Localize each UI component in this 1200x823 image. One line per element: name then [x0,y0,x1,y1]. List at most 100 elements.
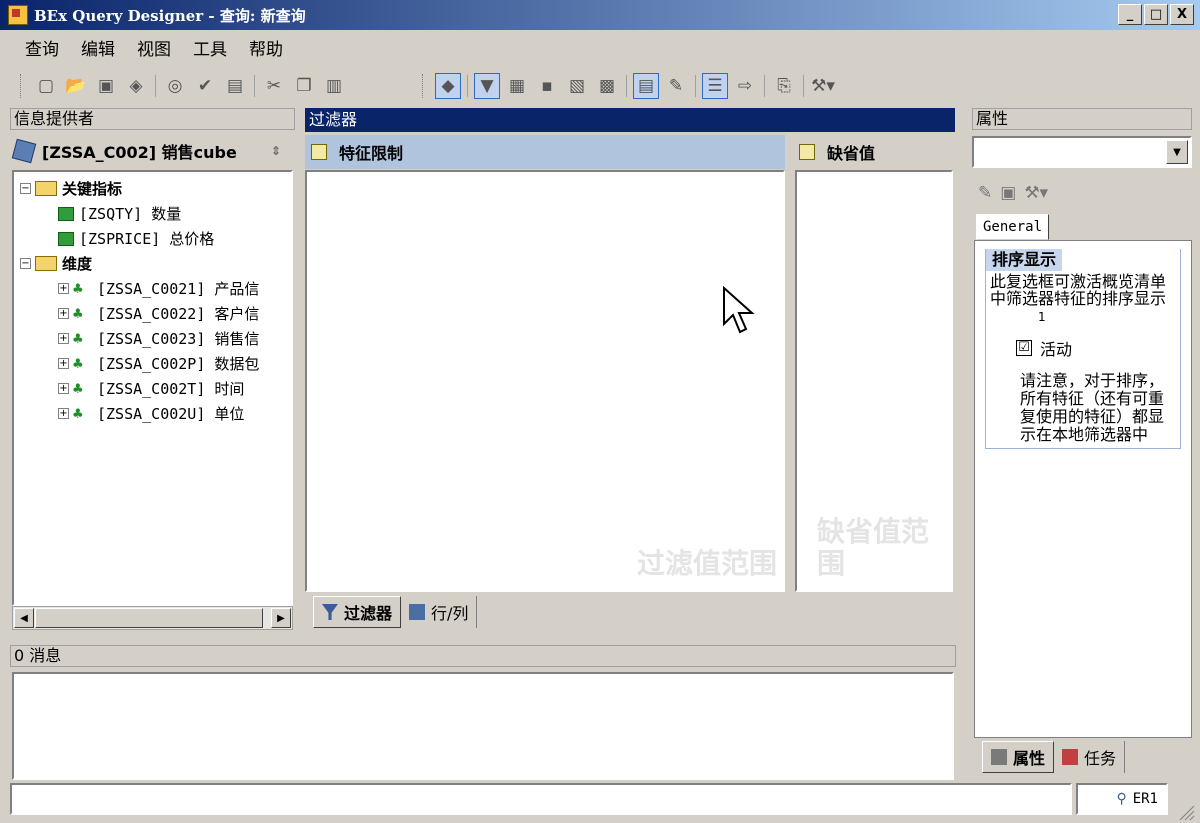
dimension-icon: ♣ [73,303,83,323]
expand-icon[interactable]: + [58,333,69,344]
toolbar-separator [155,75,156,97]
tree-item-dimension[interactable]: + ♣ [ZSSA_C0022] 客户信 [20,301,291,326]
toolbar-separator [467,75,468,97]
infoprovider-selector[interactable]: [ZSSA_C002] 销售cube ⇕ [10,133,295,169]
tree-item-dimensions[interactable]: − 维度 [20,251,291,276]
menu-view[interactable]: 视图 [126,35,182,60]
menu-query[interactable]: 查询 [14,35,70,60]
scroll-left-icon[interactable]: ◀ [14,608,34,628]
tree-item-keyfigure[interactable]: [ZSQTY] 数量 [20,201,291,226]
folder-icon [35,181,57,196]
tab-label: 属性 [1013,749,1046,768]
exceptions-icon[interactable]: ▩ [594,73,620,99]
tools-dropdown-icon[interactable]: ⚒▾ [1024,183,1048,203]
copy-icon[interactable]: ❐ [291,73,317,99]
filter-icon[interactable]: ▼ [474,73,500,99]
tree-item-label: [ZSSA_C002T] 时间 [97,380,245,398]
connection-icon: ⚲ [1116,791,1127,807]
characteristic-restrictions-drop-area[interactable]: 过滤值范围 [305,170,785,592]
tree-item-label: [ZSPRICE] 总价格 [79,230,215,248]
up-down-icon[interactable]: ⇕ [271,144,281,158]
tab-tasks[interactable]: 任务 [1054,741,1126,773]
tree-item-dimension[interactable]: + ♣ [ZSSA_C002U] 单位 [20,401,291,426]
folder-icon [35,256,57,271]
expand-icon[interactable]: + [58,283,69,294]
active-checkbox-label: 活动 [1040,340,1073,359]
properties-sheet-icon[interactable]: ▤ [222,73,248,99]
properties-tab-strip: 属性 任务 [976,740,1196,774]
properties-icon[interactable]: ▤ [633,73,659,99]
menu-tools[interactable]: 工具 [182,35,238,60]
toolbar-separator [626,75,627,97]
toolbar-grip[interactable] [422,74,425,98]
check-icon[interactable]: ✔ [192,73,218,99]
tree-item-key-figures[interactable]: − 关键指标 [20,176,291,201]
infoprovider-icon[interactable]: ◆ [435,73,461,99]
expand-icon[interactable]: + [58,308,69,319]
save-icon[interactable]: ▣ [1000,183,1016,203]
collapse-icon[interactable]: − [20,258,31,269]
toolbar-separator [803,75,804,97]
properties-icon [991,749,1007,765]
characteristic-icon [311,144,327,160]
save-icon[interactable]: ▣ [93,73,119,99]
cells-icon[interactable]: ▪ [534,73,560,99]
rows-columns-icon[interactable]: ▦ [504,73,530,99]
resize-grip-icon[interactable] [1176,802,1196,820]
tab-label: 任务 [1084,749,1117,768]
close-button[interactable]: X [1170,4,1194,25]
characteristic-restrictions-label: 特征限制 [339,144,404,163]
conditions-icon[interactable]: ▧ [564,73,590,99]
paste-icon[interactable]: ▥ [321,73,347,99]
expand-icon[interactable]: + [58,358,69,369]
tree-item-label: [ZSSA_C0022] 客户信 [97,305,260,323]
expand-icon[interactable]: + [58,383,69,394]
tree-item-dimension[interactable]: + ♣ [ZSSA_C0023] 销售信 [20,326,291,351]
tab-properties[interactable]: 属性 [982,741,1055,773]
menu-help[interactable]: 帮助 [238,35,294,60]
cut-icon[interactable]: ✂ [261,73,287,99]
messages-icon[interactable]: ☰ [702,73,728,99]
tab-general[interactable]: General [976,214,1050,240]
menu-edit[interactable]: 编辑 [70,35,126,60]
active-checkbox[interactable]: ☑ [1016,340,1032,356]
properties-toolbar: ✎ ▣ ⚒▾ [978,178,1178,208]
dimension-icon: ♣ [73,278,83,298]
properties-body: 排序显示 此复选框可激活概览清单中筛选器特征的排序显示 1 ☑ 活动 请注意，对… [974,240,1192,738]
sort-display-section: 排序显示 此复选框可激活概览清单中筛选器特征的排序显示 1 ☑ 活动 请注意，对… [985,249,1181,449]
scroll-right-icon[interactable]: ▶ [271,608,291,628]
edit-icon[interactable]: ✎ [978,183,992,203]
tree-item-dimension[interactable]: + ♣ [ZSSA_C002P] 数据包 [20,351,291,376]
execute-icon[interactable]: ◎ [162,73,188,99]
scroll-thumb[interactable] [35,608,263,628]
tree-item-dimension[interactable]: + ♣ [ZSSA_C0021] 产品信 [20,276,291,301]
tools-dropdown-icon[interactable]: ⚒▾ [810,73,836,99]
standard-toolbar: ▢ 📂 ▣ ◈ ◎ ✔ ▤ ✂ ❐ ▥ [10,67,390,105]
save-all-icon[interactable]: ◈ [123,73,149,99]
where-used-icon[interactable]: ⇨ [732,73,758,99]
default-values-drop-area[interactable]: 缺省值范围 [795,170,953,592]
maximize-button[interactable]: □ [1144,4,1168,25]
tab-label: 行/列 [431,604,469,623]
dimension-icon: ♣ [73,353,83,373]
open-folder-icon[interactable]: 📂 [63,73,89,99]
tree-item-dimension[interactable]: + ♣ [ZSSA_C002T] 时间 [20,376,291,401]
minimize-button[interactable]: _ [1118,4,1142,25]
expand-icon[interactable]: + [58,408,69,419]
tree-horizontal-scrollbar[interactable]: ◀ ▶ [12,606,293,630]
tasks-icon[interactable]: ✎ [663,73,689,99]
toolbar-grip[interactable] [20,74,23,98]
tree-item-keyfigure[interactable]: [ZSPRICE] 总价格 [20,226,291,251]
properties-object-select[interactable]: ▼ [972,136,1192,168]
tab-filter[interactable]: 过滤器 [313,596,402,628]
window-title: BEx Query Designer - 查询: 新查询 [34,6,306,25]
active-checkbox-row[interactable]: ☑ 活动 [1016,336,1180,360]
dimension-icon: ♣ [73,378,83,398]
collapse-icon[interactable]: − [20,183,31,194]
new-icon[interactable]: ▢ [33,73,59,99]
section-title: 排序显示 [986,249,1063,271]
view-toolbar: ◆ ▼ ▦ ▪ ▧ ▩ ▤ ✎ ☰ ⇨ ⎘ ⚒▾ [410,67,895,105]
dropdown-arrow-icon[interactable]: ▼ [1166,140,1188,164]
documents-icon[interactable]: ⎘ [771,73,797,99]
tab-rows-columns[interactable]: 行/列 [401,596,478,628]
